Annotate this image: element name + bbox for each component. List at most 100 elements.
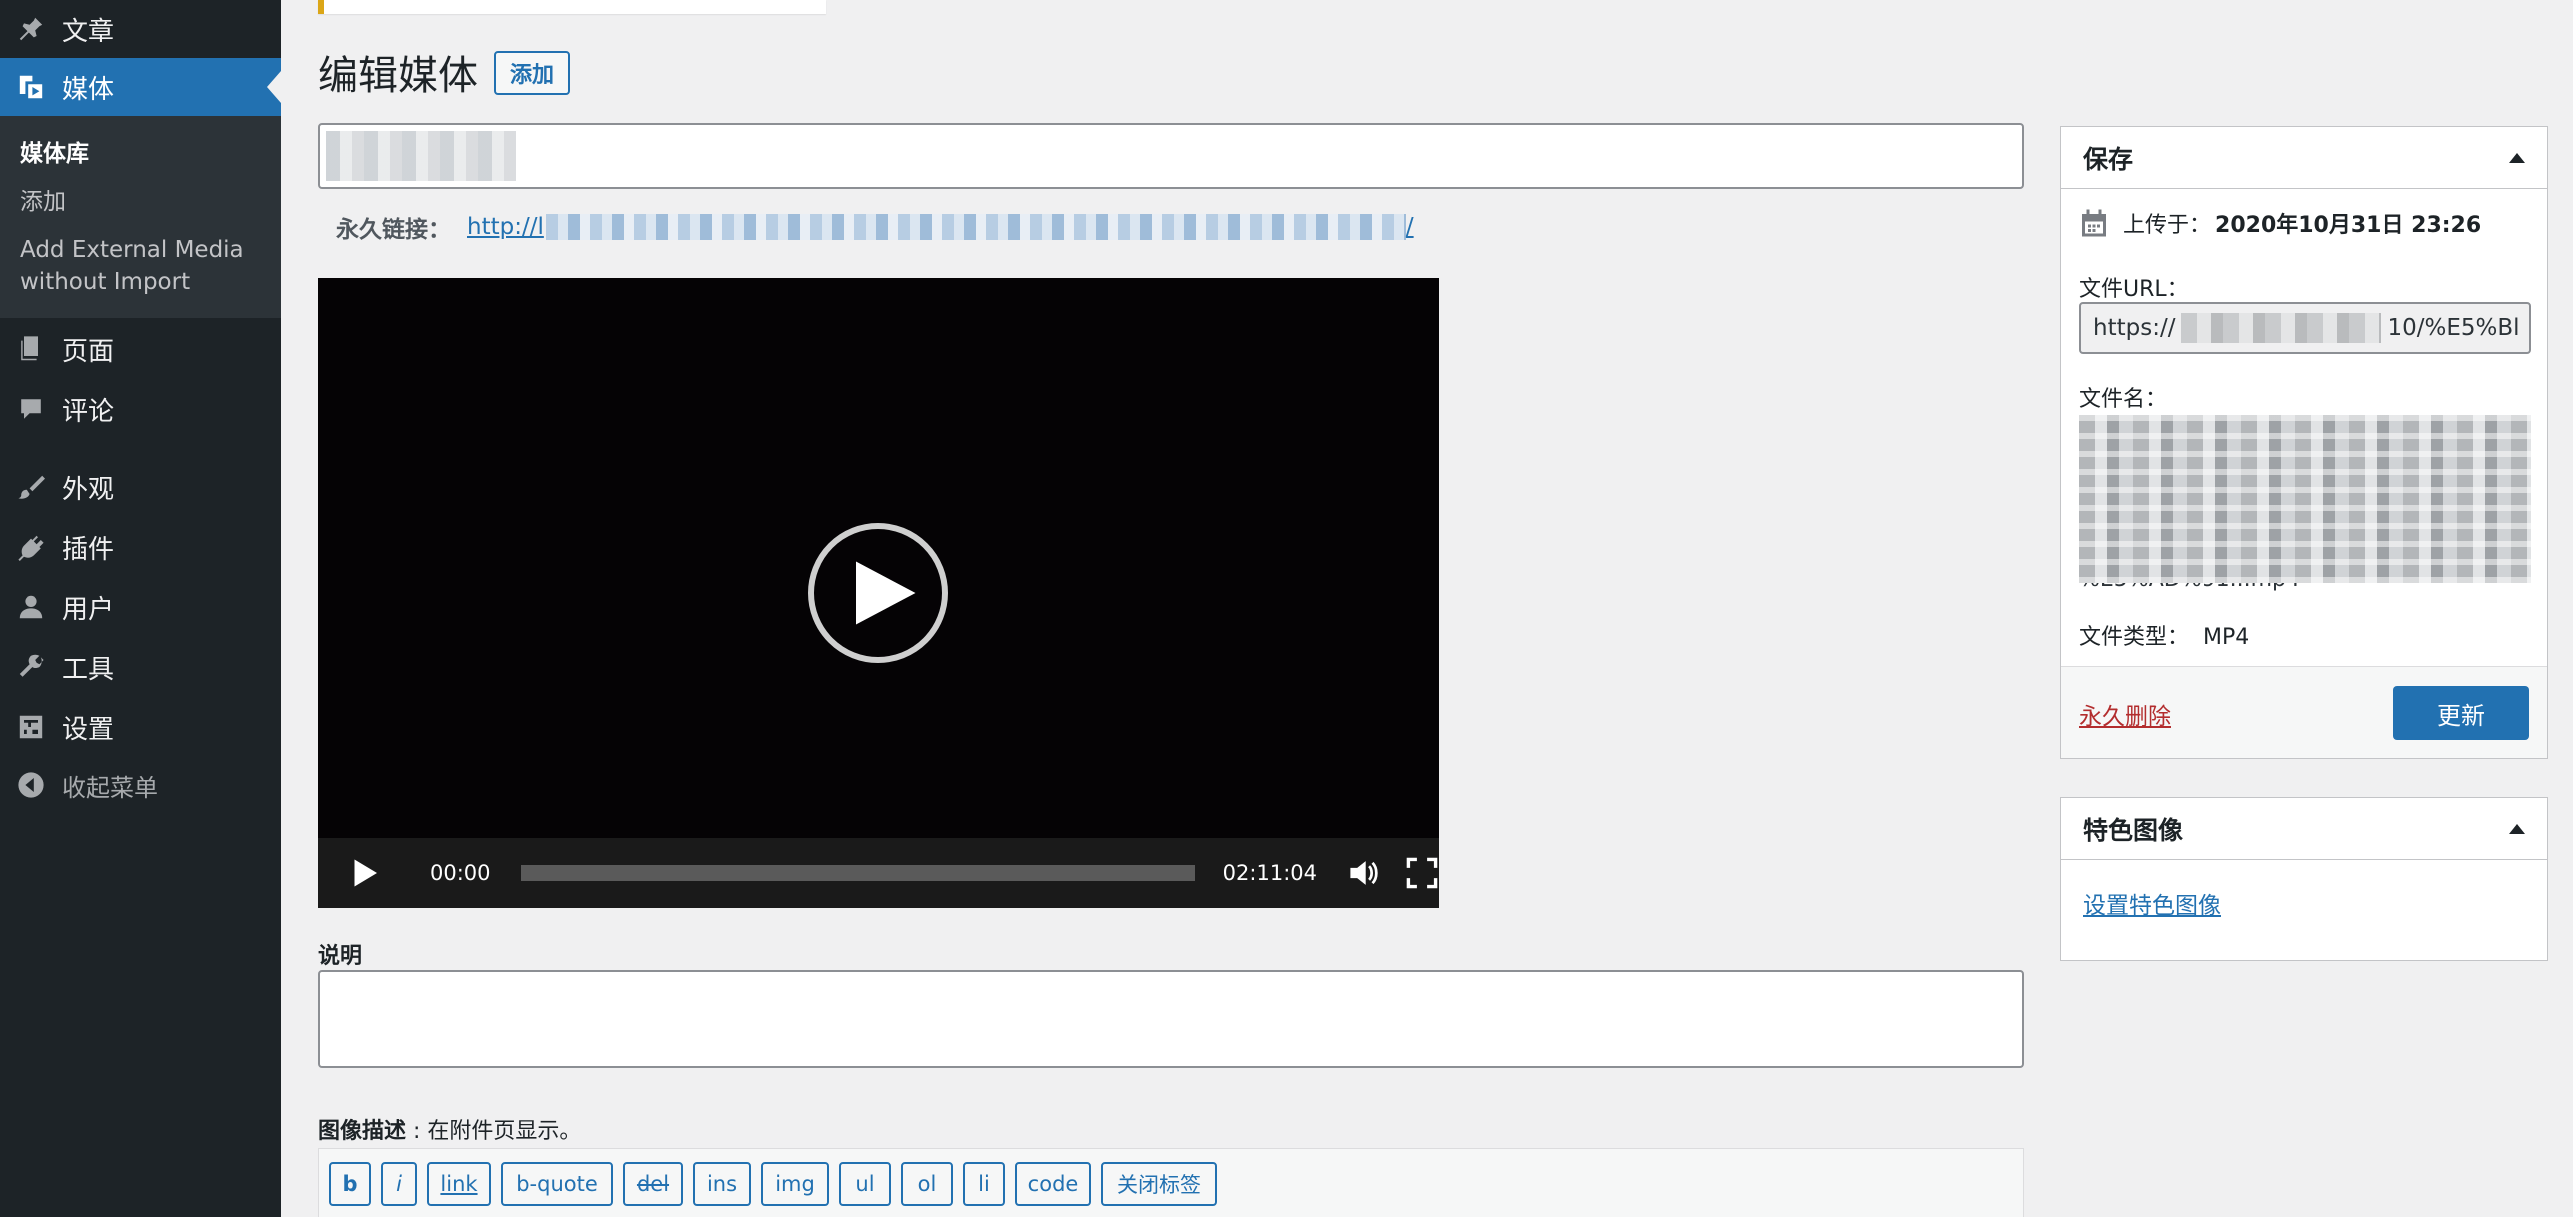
menu-item-plugins[interactable]: 插件 [0, 518, 281, 576]
uploaded-label: 上传于： [2123, 213, 2212, 238]
media-icon [16, 72, 46, 102]
menu-item-posts[interactable]: 文章 [0, 0, 281, 58]
settings-icon [16, 712, 46, 742]
duration: 02:11:04 [1222, 861, 1317, 885]
menu-item-users[interactable]: 用户 [0, 578, 281, 636]
featured-image-metabox: 特色图像 设置特色图像 [2060, 797, 2548, 961]
file-url-start: https:// [2093, 315, 2176, 341]
caption-label: 说明 [318, 944, 363, 969]
page-icon [16, 334, 46, 364]
quicktag-ol-button[interactable]: ol [901, 1162, 953, 1206]
file-url-label: 文件URL： [2079, 277, 2189, 302]
menu-item-pages[interactable]: 页面 [0, 320, 281, 378]
submenu-item-add[interactable]: 添加 [20, 186, 270, 218]
collapse-arrow-icon [16, 770, 46, 800]
file-url-end: 10/%E5%Bl [2387, 315, 2520, 341]
collapse-menu-button[interactable]: 收起菜单 [0, 756, 281, 814]
redacted-file-name [2079, 415, 2531, 583]
quicktag-close-tags-button[interactable]: 关闭标签 [1101, 1162, 1217, 1206]
menu-item-appearance[interactable]: 外观 [0, 458, 281, 516]
permalink: 永久链接： http://l / [336, 210, 1414, 244]
quicktag-img-button[interactable]: img [761, 1162, 829, 1206]
page-title: 编辑媒体 [318, 53, 478, 99]
description-note: : 在附件页显示。 [406, 1119, 582, 1144]
submenu-item-library[interactable]: 媒体库 [20, 138, 270, 170]
file-name-label: 文件名： [2079, 387, 2168, 412]
wrench-icon [16, 652, 46, 682]
set-featured-image-link[interactable]: 设置特色图像 [2083, 886, 2221, 920]
quicktag-bold-button[interactable]: b [329, 1162, 371, 1206]
permalink-link[interactable]: http://l / [467, 214, 1414, 241]
quicktag-ins-button[interactable]: ins [693, 1162, 751, 1206]
permalink-label: 永久链接： [336, 217, 451, 243]
save-metabox: 保存 上传于： 2020年10月31日 23:26 文件URL： https:/… [2060, 126, 2548, 759]
quicktag-code-button[interactable]: code [1015, 1162, 1091, 1206]
big-play-button[interactable] [808, 523, 948, 663]
menu-label: 页面 [62, 336, 115, 367]
video-controls: 00:00 02:11:04 [318, 838, 1439, 908]
media-submenu: 媒体库 添加 Add External Media without Import [0, 116, 281, 318]
quicktag-ul-button[interactable]: ul [839, 1162, 891, 1206]
save-actions: 永久删除 更新 [2061, 666, 2547, 758]
permalink-suffix: / [1405, 213, 1414, 240]
description-title: 图像描述 [318, 1119, 407, 1144]
collapse-toggle-icon[interactable] [2509, 823, 2525, 834]
submenu-item-external-media[interactable]: Add External Media without Import [20, 234, 270, 298]
file-type: 文件类型： MP4 [2079, 619, 2249, 651]
menu-item-tools[interactable]: 工具 [0, 638, 281, 696]
play-pause-button[interactable] [350, 857, 380, 889]
add-new-button[interactable]: 添加 [494, 51, 571, 95]
menu-label: 用户 [62, 594, 115, 625]
menu-label: 评论 [62, 396, 115, 427]
fullscreen-icon [1406, 857, 1438, 889]
quicktag-del-button[interactable]: del [623, 1162, 683, 1206]
uploaded-on: 上传于： 2020年10月31日 23:26 [2079, 207, 2481, 239]
admin-sidebar: 文章 媒体 媒体库 添加 Add External Media without … [0, 0, 281, 1217]
quicktag-italic-button[interactable]: i [381, 1162, 417, 1206]
update-button[interactable]: 更新 [2393, 686, 2529, 740]
volume-button[interactable] [1347, 856, 1381, 890]
save-metabox-title: 保存 [2083, 144, 2134, 174]
menu-label: 设置 [62, 714, 115, 745]
menu-item-media[interactable]: 媒体 [0, 58, 281, 116]
permalink-prefix: http://l [467, 213, 544, 240]
quicktag-link-button[interactable]: link [427, 1162, 491, 1206]
menu-label: 文章 [62, 16, 115, 47]
delete-permanently-link[interactable]: 永久删除 [2079, 697, 2171, 731]
paintbrush-icon [16, 472, 46, 502]
save-metabox-header[interactable]: 保存 [2061, 127, 2547, 189]
pushpin-icon [16, 14, 46, 44]
volume-icon [1350, 861, 1378, 885]
play-icon [354, 859, 377, 887]
redacted-title [326, 131, 516, 181]
file-type-label: 文件类型： [2079, 625, 2190, 650]
menu-label: 外观 [62, 474, 115, 505]
quicktags-toolbar: b i link b-quote del ins img ul ol li co… [318, 1148, 2024, 1217]
redacted-permalink [545, 214, 1406, 241]
featured-image-header[interactable]: 特色图像 [2061, 798, 2547, 860]
description-label: 图像描述 : 在附件页显示。 [318, 1113, 581, 1145]
menu-item-comments[interactable]: 评论 [0, 380, 281, 438]
video-player[interactable]: 00:00 02:11:04 [318, 278, 1439, 908]
collapse-label: 收起菜单 [62, 773, 158, 802]
menu-label: 工具 [62, 654, 115, 685]
submenu-label-line: Add External Media [20, 237, 244, 263]
redacted-url [2181, 313, 2382, 343]
submenu-label-line: without Import [20, 269, 191, 295]
comment-icon [16, 394, 46, 424]
file-type-value: MP4 [2203, 625, 2250, 650]
user-icon [16, 592, 46, 622]
plugin-icon [16, 532, 46, 562]
uploaded-value: 2020年10月31日 23:26 [2215, 213, 2482, 238]
quicktag-bquote-button[interactable]: b-quote [501, 1162, 613, 1206]
fullscreen-button[interactable] [1405, 856, 1439, 890]
file-url-field[interactable]: https:// 10/%E5%Bl [2079, 302, 2531, 354]
play-icon [856, 561, 916, 625]
collapse-toggle-icon[interactable] [2509, 152, 2525, 163]
quicktag-li-button[interactable]: li [963, 1162, 1005, 1206]
caption-textarea[interactable] [318, 970, 2024, 1068]
menu-label: 媒体 [62, 74, 115, 105]
title-input[interactable] [318, 123, 2024, 189]
menu-item-settings[interactable]: 设置 [0, 698, 281, 756]
progress-bar[interactable] [520, 865, 1195, 881]
